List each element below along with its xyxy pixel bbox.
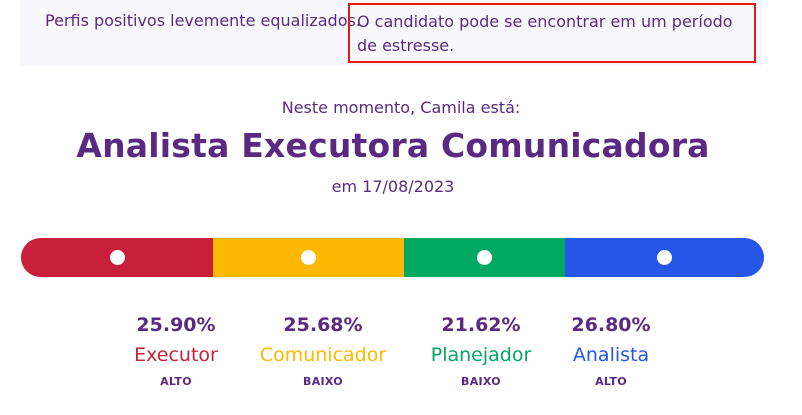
- stat-label: Comunicador: [259, 344, 387, 366]
- marker-dot-analista: [656, 250, 672, 265]
- profile-headline: Analista Executora Comunicadora: [76, 126, 710, 165]
- current-state-subtitle: Neste momento, Camila está:: [281, 98, 521, 117]
- stat-comunicador: 25.68% Comunicador BAIXO: [260, 312, 386, 390]
- stat-percentage: 25.90%: [136, 314, 216, 336]
- profile-distribution-bar: [21, 238, 764, 277]
- marker-dot-planejador: [477, 250, 493, 265]
- stat-label: Executor: [134, 344, 218, 366]
- bar-segment-analista: [564, 238, 764, 277]
- bar-segment-executor: [21, 238, 214, 277]
- marker-dot-comunicador: [301, 250, 317, 265]
- stat-level: BAIXO: [461, 375, 501, 388]
- stat-analista: 26.80% Analista ALTO: [571, 312, 650, 390]
- bar-segment-comunicador: [213, 238, 405, 277]
- banner-summary-text: Perfis positivos levemente equalizados.: [45, 11, 361, 30]
- marker-dot-executor: [109, 250, 125, 265]
- stat-level: ALTO: [160, 375, 192, 388]
- bar-segment-planejador: [404, 238, 565, 277]
- stress-warning-text: O candidato pode se encontrar em um perí…: [357, 12, 733, 55]
- stat-level: BAIXO: [303, 375, 343, 388]
- profile-date: em 17/08/2023: [331, 177, 455, 196]
- stat-percentage: 21.62%: [441, 314, 521, 336]
- stat-level: ALTO: [595, 375, 627, 388]
- stat-label: Analista: [572, 344, 650, 366]
- stat-planejador: 21.62% Planejador BAIXO: [431, 312, 532, 390]
- stat-executor: 25.90% Executor ALTO: [134, 312, 218, 390]
- stress-warning-box: O candidato pode se encontrar em um perí…: [348, 3, 756, 63]
- stat-percentage: 26.80%: [571, 314, 651, 336]
- stat-label: Planejador: [430, 344, 532, 366]
- stat-percentage: 25.68%: [283, 314, 363, 336]
